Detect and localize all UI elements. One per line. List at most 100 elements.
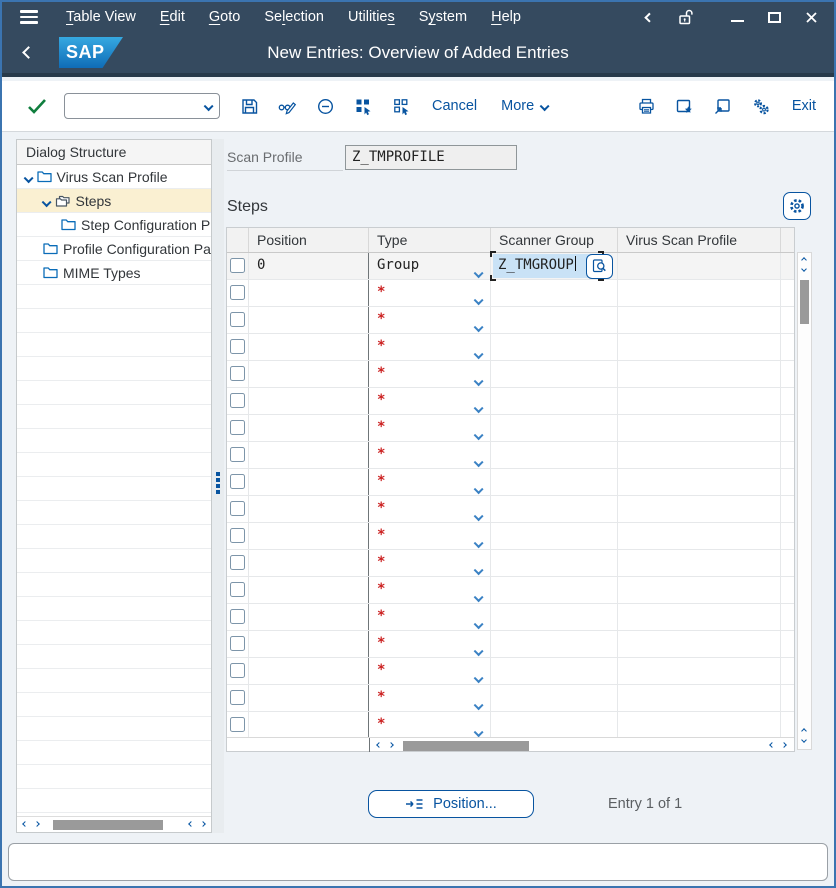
nav-back-icon[interactable] [638, 6, 660, 28]
chevron-down-icon[interactable] [475, 695, 482, 713]
row-checkbox[interactable] [230, 663, 245, 678]
table-row[interactable]: * [227, 496, 794, 523]
chevron-down-icon[interactable] [475, 452, 482, 470]
menu-item-system[interactable]: System [419, 9, 467, 25]
chevron-down-icon[interactable] [475, 506, 482, 524]
row-checkbox[interactable] [230, 690, 245, 705]
tree-item-profile-configuration-pa[interactable]: Profile Configuration Pa [17, 237, 211, 261]
table-row[interactable]: * [227, 577, 794, 604]
chevron-down-icon[interactable] [475, 290, 482, 308]
chevron-down-icon[interactable] [475, 371, 482, 389]
status-bar[interactable] [8, 843, 828, 881]
menu-item-utilities[interactable]: Utilities [348, 9, 395, 25]
back-icon[interactable] [24, 44, 33, 62]
remove-row-icon[interactable] [312, 93, 338, 119]
lock-open-icon[interactable] [675, 6, 697, 28]
chevron-down-icon[interactable] [475, 263, 482, 281]
table-row[interactable]: * [227, 388, 794, 415]
print-icon[interactable] [634, 93, 660, 119]
maximize-icon[interactable] [763, 6, 785, 28]
row-checkbox[interactable] [230, 501, 245, 516]
exit-button[interactable]: Exit [792, 98, 816, 114]
table-settings-button[interactable] [783, 192, 811, 220]
menu-item-table-view[interactable]: Table View [66, 9, 136, 25]
column-header-type[interactable]: Type [369, 228, 491, 252]
row-checkbox[interactable] [230, 447, 245, 462]
command-input[interactable] [65, 94, 219, 118]
services-icon[interactable] [748, 93, 774, 119]
menu-item-selection[interactable]: Selection [264, 9, 324, 25]
row-checkbox[interactable] [230, 474, 245, 489]
tree-expand-icon[interactable] [25, 169, 32, 185]
table-vertical-scrollbar[interactable] [797, 252, 812, 750]
row-checkbox[interactable] [230, 609, 245, 624]
table-row[interactable]: * [227, 604, 794, 631]
minimize-icon[interactable] [726, 6, 748, 28]
select-all-icon[interactable] [350, 93, 376, 119]
row-checkbox[interactable] [230, 285, 245, 300]
command-field[interactable] [64, 93, 220, 119]
splitter-handle-icon[interactable] [216, 472, 220, 494]
scrollbar-thumb[interactable] [800, 280, 809, 324]
value-help-button[interactable] [586, 254, 613, 279]
enter-check-icon[interactable] [24, 93, 50, 119]
panel-splitter[interactable] [212, 139, 224, 833]
tree-item-virus-scan-profile[interactable]: Virus Scan Profile [17, 165, 211, 189]
row-checkbox[interactable] [230, 582, 245, 597]
table-row[interactable]: * [227, 523, 794, 550]
tree-item-mime-types[interactable]: MIME Types [17, 261, 211, 285]
deselect-all-icon[interactable] [388, 93, 414, 119]
table-row[interactable]: * [227, 685, 794, 712]
chevron-down-icon[interactable] [475, 533, 482, 551]
table-row[interactable]: * [227, 334, 794, 361]
close-icon[interactable] [800, 6, 822, 28]
table-row[interactable]: * [227, 307, 794, 334]
chevron-down-icon[interactable] [475, 425, 482, 443]
tree-horizontal-scrollbar[interactable] [17, 816, 211, 832]
table-row[interactable]: * [227, 415, 794, 442]
chevron-down-icon[interactable] [475, 560, 482, 578]
row-checkbox[interactable] [230, 717, 245, 732]
chevron-down-icon[interactable] [475, 344, 482, 362]
row-checkbox[interactable] [230, 636, 245, 651]
add-favorite-icon[interactable] [672, 93, 698, 119]
tree-expand-icon[interactable] [43, 193, 50, 209]
column-header-position[interactable]: Position [249, 228, 369, 252]
row-checkbox[interactable] [230, 258, 245, 273]
table-horizontal-scrollbar[interactable] [227, 737, 794, 751]
table-row[interactable]: * [227, 658, 794, 685]
row-checkbox[interactable] [230, 393, 245, 408]
new-session-icon[interactable] [710, 93, 736, 119]
chevron-down-icon[interactable] [475, 614, 482, 632]
chevron-down-icon[interactable] [475, 641, 482, 659]
cancel-button[interactable]: Cancel [432, 98, 477, 114]
chevron-down-icon[interactable] [475, 587, 482, 605]
column-header-scanner-group[interactable]: Scanner Group [491, 228, 618, 252]
menu-item-help[interactable]: Help [491, 9, 521, 25]
tree-item-step-configuration-p[interactable]: Step Configuration P [17, 213, 211, 237]
row-checkbox[interactable] [230, 366, 245, 381]
table-row[interactable]: * [227, 361, 794, 388]
chevron-down-icon[interactable] [475, 317, 482, 335]
table-row[interactable]: * [227, 442, 794, 469]
menu-item-edit[interactable]: Edit [160, 9, 185, 25]
table-row[interactable]: * [227, 469, 794, 496]
display-change-icon[interactable] [274, 93, 300, 119]
column-header-virus-scan-profile[interactable]: Virus Scan Profile [618, 228, 781, 252]
save-icon[interactable] [236, 93, 262, 119]
row-checkbox[interactable] [230, 420, 245, 435]
chevron-down-icon[interactable] [475, 668, 482, 686]
table-row[interactable]: * [227, 550, 794, 577]
hamburger-menu-icon[interactable] [20, 10, 38, 24]
chevron-down-icon[interactable] [475, 398, 482, 416]
table-row[interactable]: * [227, 280, 794, 307]
row-checkbox[interactable] [230, 339, 245, 354]
row-checkbox[interactable] [230, 528, 245, 543]
scanner-group-input[interactable]: Z_TMGROUP [493, 254, 601, 278]
table-row[interactable]: * [227, 712, 794, 739]
chevron-down-icon[interactable] [475, 479, 482, 497]
scrollbar-thumb[interactable] [53, 820, 163, 830]
position-button[interactable]: Position... [368, 790, 534, 818]
scrollbar-thumb[interactable] [403, 741, 529, 751]
table-row[interactable]: * [227, 631, 794, 658]
